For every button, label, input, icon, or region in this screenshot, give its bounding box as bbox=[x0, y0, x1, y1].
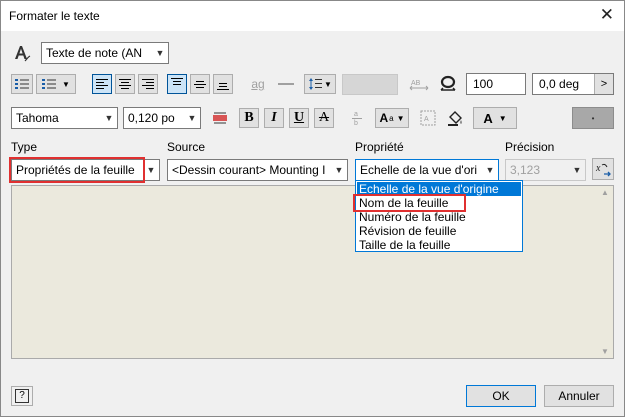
character-spacing-input[interactable]: 100 bbox=[466, 73, 526, 95]
line-button bbox=[275, 74, 297, 94]
chevron-down-icon: ▼ bbox=[62, 79, 70, 89]
format-text-dialog: Formater le texte ✕ Texte de note (AN ▼ … bbox=[0, 0, 625, 417]
chevron-down-icon: ▼ bbox=[324, 79, 332, 89]
case-icon: A bbox=[379, 111, 389, 125]
chevron-down-icon: ▼ bbox=[187, 113, 197, 123]
svg-text:A: A bbox=[424, 116, 429, 123]
property-select[interactable]: Echelle de la vue d'ori ▼ bbox=[355, 159, 499, 181]
chevron-down-icon: ▼ bbox=[104, 113, 114, 123]
dot-icon: • bbox=[591, 113, 595, 123]
text-width-icon: AB bbox=[406, 74, 432, 94]
font-size-select[interactable]: 0,120 po ▼ bbox=[123, 107, 201, 129]
fill-color-icon[interactable] bbox=[444, 107, 466, 129]
text-style-icon bbox=[11, 43, 33, 63]
window-title: Formater le texte bbox=[9, 9, 100, 23]
chevron-down-icon: ▼ bbox=[334, 165, 344, 175]
vertical-scrollbar[interactable]: ▲ ▼ bbox=[597, 186, 613, 358]
sheet-name-highlight-box bbox=[353, 194, 466, 212]
strikethrough-button[interactable]: A bbox=[314, 108, 334, 128]
text-editor-area[interactable]: ▲ ▼ bbox=[11, 185, 614, 359]
text-frame-icon: A bbox=[417, 108, 439, 128]
property-dropdown-list[interactable]: Echelle de la vue d'origine Nom de la fe… bbox=[355, 180, 523, 252]
text-style-select[interactable]: Texte de note (AN ▼ bbox=[41, 42, 169, 64]
source-label: Source bbox=[167, 140, 206, 154]
align-right-button[interactable] bbox=[138, 74, 158, 94]
line-spacing-value-field bbox=[342, 74, 398, 95]
color-swatch-button[interactable]: • bbox=[572, 107, 614, 129]
precision-select: 3,123 ▼ bbox=[505, 159, 586, 181]
italic-button[interactable]: I bbox=[264, 108, 284, 128]
underline-button[interactable]: U bbox=[289, 108, 309, 128]
list-item[interactable]: Taille de la feuille bbox=[357, 238, 521, 252]
help-button[interactable]: ? bbox=[11, 386, 33, 406]
line-spacing-dropdown[interactable]: ▼ bbox=[304, 74, 336, 94]
source-select[interactable]: <Dessin courant> Mounting I ▼ bbox=[167, 159, 348, 181]
align-center-button[interactable] bbox=[115, 74, 135, 94]
scroll-up-icon[interactable]: ▲ bbox=[601, 188, 609, 197]
character-spacing-icon bbox=[436, 73, 460, 95]
type-label: Type bbox=[11, 140, 38, 154]
svg-text:x: x bbox=[595, 163, 601, 174]
chevron-right-icon[interactable]: > bbox=[594, 74, 613, 94]
align-bottom-button[interactable] bbox=[213, 74, 233, 94]
stack-text-button: ag bbox=[251, 77, 265, 91]
bullet-list-button[interactable] bbox=[11, 74, 33, 94]
chevron-down-icon: ▼ bbox=[155, 48, 165, 58]
text-style-value: Texte de note (AN bbox=[46, 46, 143, 60]
type-highlight-box bbox=[9, 157, 145, 183]
text-color-label: A bbox=[483, 110, 493, 126]
numbered-list-dropdown[interactable]: ▼ bbox=[36, 74, 76, 94]
chevron-down-icon: ▼ bbox=[498, 113, 507, 123]
list-item[interactable]: Révision de feuille bbox=[357, 224, 521, 238]
align-left-button[interactable] bbox=[92, 74, 112, 94]
precision-label: Précision bbox=[505, 140, 555, 154]
stack-fraction-icon: ab bbox=[346, 108, 368, 128]
list-item[interactable]: Numéro de la feuille bbox=[357, 210, 521, 224]
svg-text:a: a bbox=[354, 111, 358, 118]
text-color-dropdown[interactable]: A ▼ bbox=[473, 107, 517, 129]
align-middle-button[interactable] bbox=[190, 74, 210, 94]
rotation-input[interactable]: 0,0 deg > bbox=[532, 73, 614, 95]
chevron-down-icon: ▼ bbox=[146, 165, 156, 175]
chevron-down-icon: ▼ bbox=[396, 113, 405, 123]
align-top-button[interactable] bbox=[167, 74, 187, 94]
help-icon: ? bbox=[15, 389, 29, 403]
insert-field-button[interactable]: x bbox=[592, 158, 614, 180]
svg-text:b: b bbox=[354, 120, 358, 126]
close-icon[interactable]: ✕ bbox=[600, 5, 614, 25]
bold-button[interactable]: B bbox=[239, 108, 259, 128]
title-bar: Formater le texte ✕ bbox=[1, 1, 624, 31]
text-background-icon[interactable] bbox=[208, 107, 232, 129]
ok-button[interactable]: OK bbox=[466, 385, 536, 407]
font-select[interactable]: Tahoma ▼ bbox=[11, 107, 118, 129]
case-dropdown[interactable]: Aa ▼ bbox=[375, 108, 409, 128]
property-label: Propriété bbox=[355, 140, 404, 154]
cancel-button[interactable]: Annuler bbox=[544, 385, 614, 407]
scroll-down-icon[interactable]: ▼ bbox=[601, 347, 609, 356]
chevron-down-icon: ▼ bbox=[485, 165, 495, 175]
chevron-down-icon: ▼ bbox=[572, 165, 582, 175]
svg-text:AB: AB bbox=[411, 80, 421, 87]
